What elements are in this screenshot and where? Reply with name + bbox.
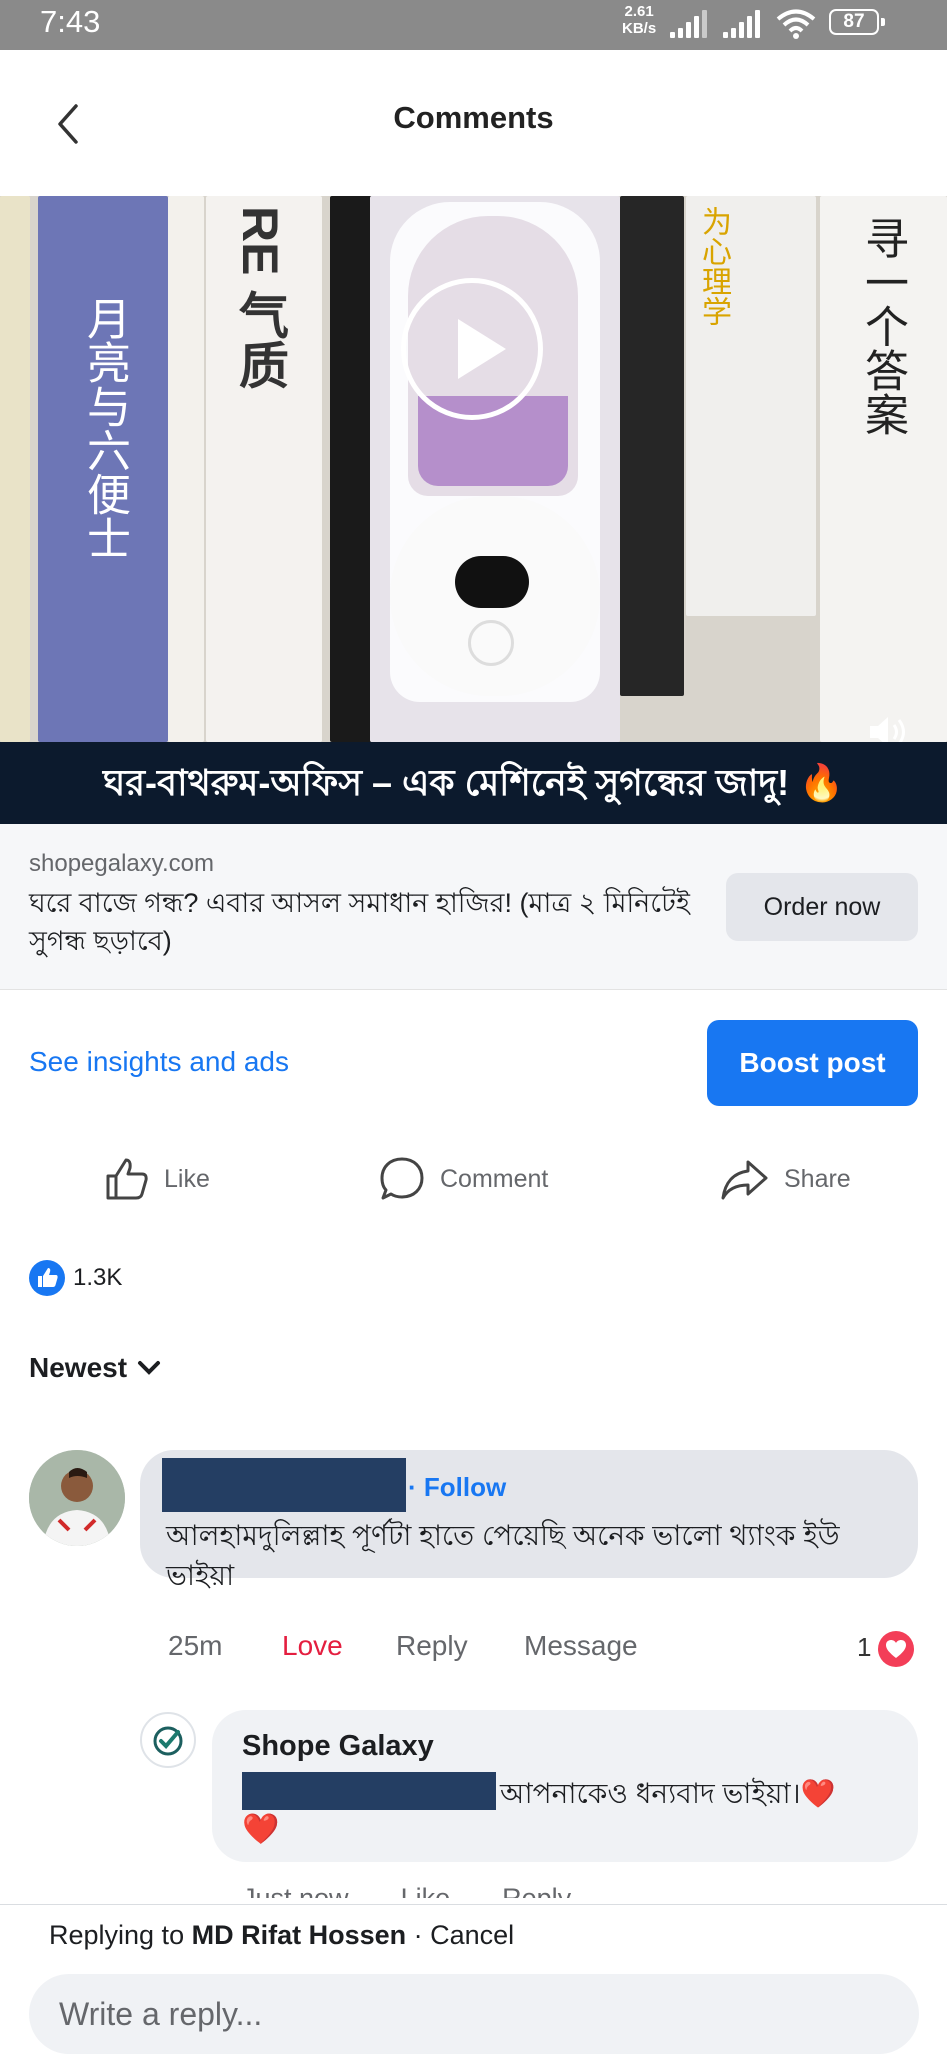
comment-sort-dropdown[interactable]: Newest <box>29 1352 161 1384</box>
see-insights-link[interactable]: See insights and ads <box>29 1046 289 1078</box>
reply-button[interactable]: Reply <box>396 1630 468 1662</box>
status-time: 7:43 <box>40 4 101 39</box>
order-now-button[interactable]: Order now <box>726 873 918 941</box>
link-headline: ঘরে বাজে গন্ধ? এবার আসল সমাধান হাজির! (ম… <box>29 888 690 956</box>
sort-label: Newest <box>29 1352 128 1383</box>
love-reaction-button[interactable]: Love <box>282 1630 343 1662</box>
wifi-icon <box>776 9 816 39</box>
like-label: Like <box>164 1164 210 1193</box>
share-icon <box>721 1160 768 1200</box>
signal-icon <box>723 10 769 38</box>
like-reaction-icon <box>29 1260 65 1296</box>
redacted-mention <box>242 1772 496 1810</box>
replying-to-separator: · <box>406 1920 431 1950</box>
replying-to-label: Replying to MD Rifat Hossen · Cancel <box>49 1920 514 1951</box>
network-rate: 2.61 KB/s <box>622 3 656 37</box>
replying-to-prefix: Replying to <box>49 1920 192 1950</box>
heart-icon[interactable] <box>878 1631 914 1667</box>
chevron-down-icon <box>138 1361 161 1375</box>
reply-input[interactable] <box>29 1974 919 2054</box>
comment-button[interactable]: Comment <box>378 1155 548 1203</box>
video-caption: ঘর-বাথরুম-অফিস – এক মেশিনেই সুগন্ধের জাদ… <box>0 742 947 824</box>
replying-to-name: MD Rifat Hossen <box>191 1920 407 1950</box>
like-icon <box>106 1158 148 1200</box>
boost-post-button[interactable]: Boost post <box>707 1020 918 1106</box>
battery-icon: 87 <box>829 9 885 35</box>
share-button[interactable]: Share <box>720 1155 851 1203</box>
reaction-summary[interactable]: 1.3K <box>29 1260 122 1296</box>
comment-time: 25m <box>168 1630 223 1661</box>
link-domain: shopegalaxy.com <box>29 850 214 877</box>
message-button[interactable]: Message <box>524 1630 638 1662</box>
comment-icon <box>380 1157 424 1200</box>
book-title: 寻一个答案 <box>858 216 907 436</box>
status-bar: 7:43 2.61 KB/s 87 <box>0 0 947 50</box>
reply-heart-emoji: ❤️ <box>242 1813 280 1846</box>
page-title: Comments <box>393 100 554 135</box>
comment-text: আলহামদুলিল্লাহ পূর্ণটা হাতে পেয়েছি অনেক… <box>166 1520 840 1591</box>
reply-like-button[interactable]: Like <box>401 1878 451 1898</box>
avatar[interactable] <box>29 1450 125 1546</box>
book-title: 月亮与六便士 <box>80 296 129 560</box>
reply-text: আপনাকেও ধন্যবাদ ভাইয়া।❤️ <box>500 1778 836 1809</box>
volume-icon[interactable] <box>868 714 912 742</box>
play-button[interactable] <box>401 278 543 420</box>
signal-icon <box>670 10 716 38</box>
reply-time: Just now <box>242 1883 349 1898</box>
reply-author[interactable]: Shope Galaxy <box>242 1730 434 1763</box>
network-rate-unit: KB/s <box>622 20 657 37</box>
reply-reply-button[interactable]: Reply <box>502 1878 571 1898</box>
share-label: Share <box>784 1164 851 1193</box>
network-rate-value: 2.61 <box>624 3 654 20</box>
comment-label: Comment <box>440 1164 549 1193</box>
book-title: 为心理学 <box>697 206 730 326</box>
cancel-reply-button[interactable]: Cancel <box>430 1920 514 1950</box>
reply-meta: Just now Like Reply <box>242 1878 571 1898</box>
like-button[interactable]: Like <box>104 1155 210 1203</box>
reaction-count: 1.3K <box>73 1264 123 1291</box>
shope-galaxy-logo <box>153 1726 183 1756</box>
page-avatar[interactable] <box>140 1712 196 1768</box>
follow-link[interactable]: · Follow <box>408 1472 506 1503</box>
comment-reaction-count: 1 <box>857 1632 872 1662</box>
book-title: RE 气质 <box>232 206 288 390</box>
redacted-author-name <box>162 1458 406 1512</box>
